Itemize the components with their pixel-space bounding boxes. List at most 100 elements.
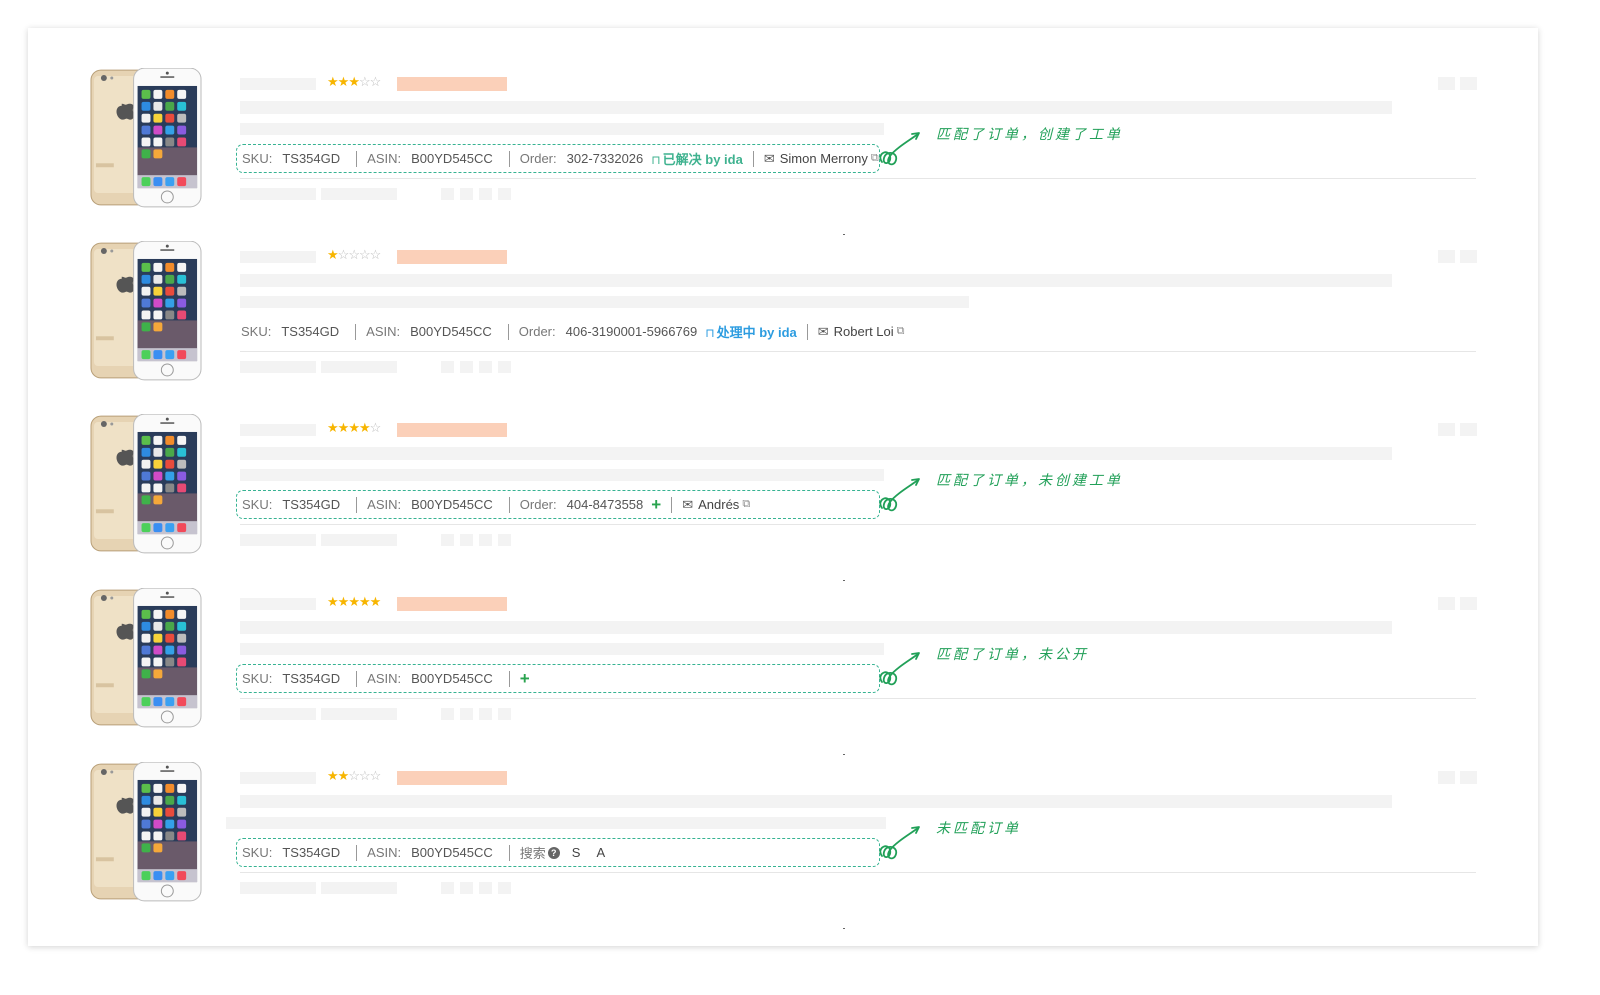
placeholder-footer [321, 188, 397, 200]
placeholder-bar [240, 424, 316, 436]
placeholder-actions [1460, 423, 1477, 436]
order-info-box: SKU: TS354GD ASIN: B00YD545CC Order: 406… [236, 317, 905, 346]
placeholder-actions [1438, 250, 1455, 263]
asin-value[interactable]: B00YD545CC [411, 151, 493, 166]
placeholder-line [240, 101, 1392, 114]
placeholder-footer [240, 708, 316, 720]
star-filled-icon: ★ [337, 768, 350, 783]
review-item: ★★★★★ SKU: TS354GD ASIN: B00YD545CC + 匹配… [28, 548, 1538, 755]
asin-value[interactable]: B00YD545CC [411, 845, 493, 860]
product-image[interactable] [90, 241, 202, 381]
search-option-a[interactable]: A [596, 845, 605, 860]
placeholder-footer [321, 534, 397, 546]
placeholder-footer [479, 188, 492, 200]
asin-label: ASIN: [367, 151, 402, 166]
asin-value[interactable]: B00YD545CC [410, 324, 492, 339]
sku-label: SKU: [241, 324, 272, 339]
mail-icon[interactable]: ✉ [764, 151, 775, 167]
customer-name[interactable]: Robert Loi [834, 324, 894, 339]
rating-stars: ★☆☆☆☆ [327, 247, 382, 262]
curl-arrow-icon [879, 478, 920, 512]
placeholder-line [240, 296, 969, 308]
star-filled-icon: ★ [348, 594, 360, 609]
placeholder-actions [1438, 597, 1455, 610]
divider [752, 150, 754, 167]
product-image[interactable] [90, 588, 202, 728]
order-info-box: SKU: TS354GD ASIN: B00YD545CC Order: 404… [236, 490, 880, 519]
order-value[interactable]: 406-3190001-5966769 [566, 324, 698, 339]
placeholder-footer [441, 882, 454, 894]
star-empty-icon: ☆ [369, 768, 382, 783]
sku-label: SKU: [242, 151, 273, 166]
placeholder-footer [240, 361, 316, 373]
product-image[interactable] [90, 762, 202, 902]
customer-name[interactable]: Simon Merrony [780, 151, 868, 166]
placeholder-footer [479, 882, 492, 894]
star-empty-icon: ☆ [369, 247, 382, 262]
placeholder-footer [321, 361, 397, 373]
placeholder-actions [1460, 597, 1477, 610]
star-filled-icon: ★ [358, 420, 371, 435]
order-value[interactable]: 404-8473558 [567, 497, 644, 512]
search-option-s[interactable]: S [572, 845, 581, 860]
placeholder-footer [460, 188, 473, 200]
annotation-note: 匹配了订单，未创建工单 [936, 473, 1123, 489]
order-label: Order: [518, 324, 556, 339]
curl-arrow-icon [879, 826, 920, 860]
placeholder-line [240, 123, 884, 135]
placeholder-bar [240, 78, 316, 90]
placeholder-footer [460, 882, 473, 894]
rating-stars: ★★☆☆☆ [327, 768, 382, 783]
asin-value[interactable]: B00YD545CC [411, 497, 493, 512]
star-filled-icon: ★ [348, 74, 360, 89]
ticket-status-text: 已解决 by ida [662, 152, 743, 167]
mail-icon[interactable]: ✉ [682, 497, 693, 513]
placeholder-tag [397, 250, 507, 264]
asin-value[interactable]: B00YD545CC [411, 671, 493, 686]
customer-name[interactable]: Andrés [698, 497, 739, 512]
star-empty-icon: ☆ [348, 247, 360, 262]
star-filled-icon: ★ [369, 594, 382, 609]
copy-icon[interactable]: ⧉ [742, 498, 750, 511]
rating-stars: ★★★★☆ [327, 420, 382, 435]
placeholder-footer [240, 534, 316, 546]
divider-line [240, 351, 1476, 352]
placeholder-footer [460, 708, 473, 720]
sku-label: SKU: [242, 845, 273, 860]
mail-icon[interactable]: ✉ [818, 324, 829, 340]
placeholder-footer [321, 708, 397, 720]
plus-icon[interactable]: + [520, 670, 530, 687]
placeholder-footer [240, 882, 316, 894]
placeholder-bar [240, 251, 316, 263]
sku-value: TS354GD [282, 151, 341, 166]
copy-icon[interactable]: ⧉ [897, 325, 905, 338]
rating-stars: ★★★☆☆ [327, 74, 382, 89]
divider [356, 844, 358, 861]
star-empty-icon: ☆ [369, 420, 382, 435]
divider [507, 323, 509, 340]
search-order-link[interactable]: 搜索 [520, 843, 546, 862]
ticket-status-link[interactable]: ⊓ 已解决 by ida [651, 149, 743, 168]
product-image[interactable] [90, 68, 202, 208]
divider [508, 670, 510, 687]
plus-icon[interactable]: + [651, 496, 661, 513]
placeholder-line [240, 447, 1392, 460]
star-empty-icon: ☆ [369, 74, 382, 89]
review-item: ★☆☆☆☆ SKU: TS354GD ASIN: B00YD545CC Orde… [28, 201, 1538, 381]
placeholder-tag [397, 77, 507, 91]
placeholder-actions [1460, 250, 1477, 263]
order-value[interactable]: 302-7332026 [567, 151, 644, 166]
question-icon[interactable]: ? [547, 846, 560, 859]
placeholder-tag [397, 771, 507, 785]
star-empty-icon: ☆ [337, 247, 350, 262]
sku-value: TS354GD [282, 497, 341, 512]
placeholder-footer [240, 188, 316, 200]
ticket-status-link[interactable]: ⊓ 处理中 by ida [705, 322, 797, 341]
placeholder-footer [479, 361, 492, 373]
star-filled-icon: ★ [337, 74, 350, 89]
placeholder-footer [321, 882, 397, 894]
placeholder-footer [498, 708, 511, 720]
placeholder-actions [1460, 771, 1477, 784]
product-image[interactable] [90, 414, 202, 554]
star-filled-icon: ★ [327, 247, 339, 262]
